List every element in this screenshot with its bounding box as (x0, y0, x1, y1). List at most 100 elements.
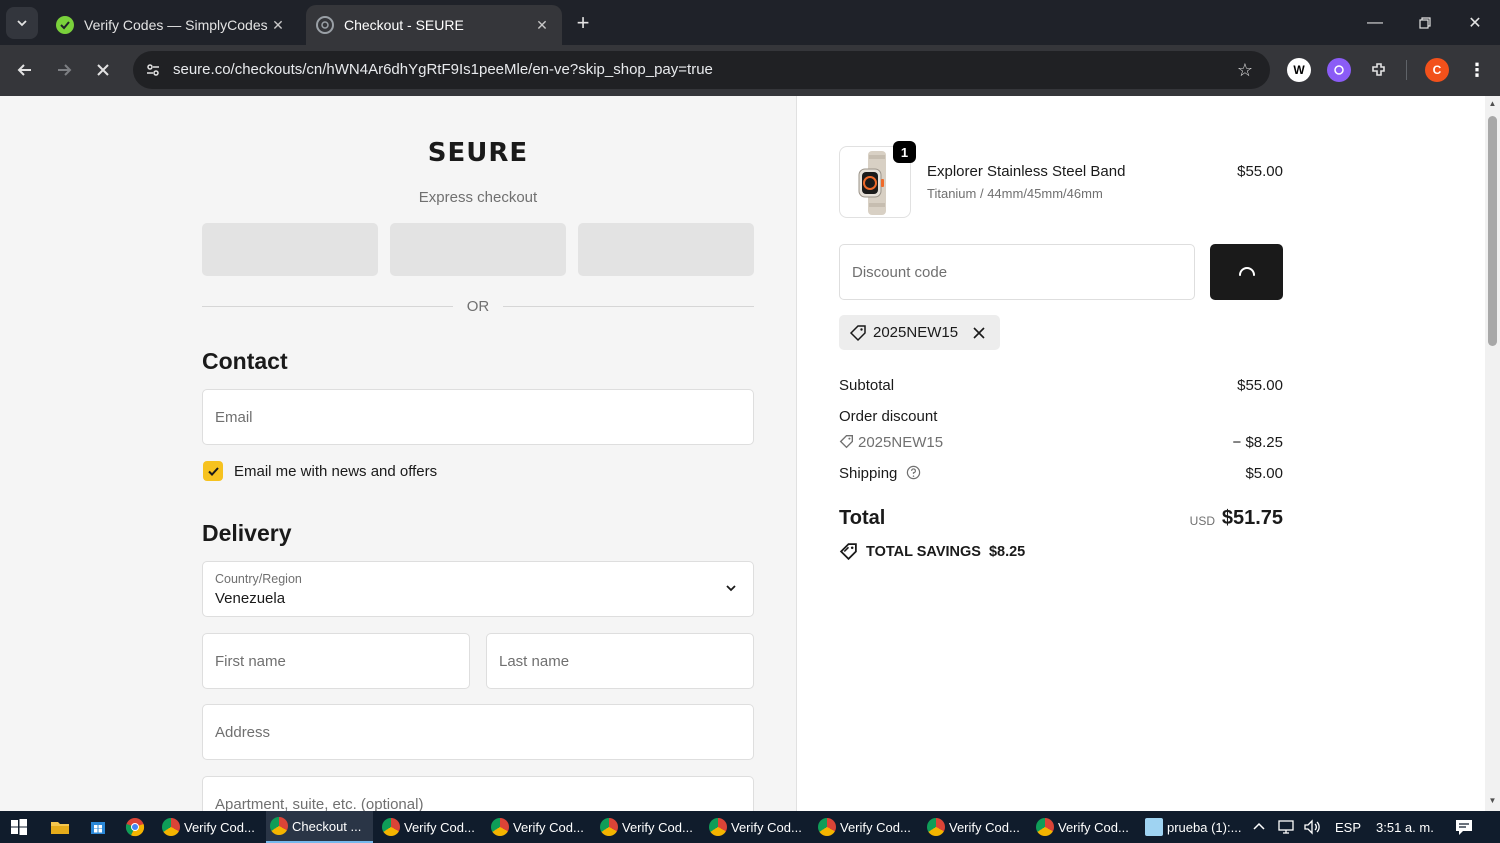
discount-code-input[interactable]: Discount code (839, 244, 1195, 300)
file-explorer-icon[interactable] (47, 815, 73, 839)
email-field[interactable]: Email (202, 389, 754, 445)
taskbar-task[interactable]: Verify Cod... (705, 811, 812, 843)
close-tab-icon[interactable]: ✕ (532, 15, 552, 35)
shipping-row: Shipping $5.00 (839, 465, 1283, 482)
page-scrollbar[interactable]: ▲ ▼ (1485, 96, 1500, 811)
tab-verify-codes[interactable]: Verify Codes — SimplyCodes ✕ (46, 5, 298, 45)
volume-icon[interactable] (1303, 811, 1323, 843)
applied-code-tag: 2025NEW15 (839, 315, 1001, 350)
close-window-icon[interactable]: ✕ (1450, 0, 1500, 45)
task-label: Verify Cod... (513, 819, 584, 835)
store-logo[interactable]: SEURE (202, 138, 754, 168)
apartment-field[interactable]: Apartment, suite, etc. (optional) (202, 776, 754, 811)
tab-search-button[interactable] (6, 7, 38, 39)
task-label: Verify Cod... (184, 819, 255, 835)
country-label: Country/Region (215, 572, 302, 586)
address-field[interactable]: Address (202, 704, 754, 760)
divider (202, 306, 453, 307)
extensions-puzzle-icon[interactable] (1367, 58, 1391, 82)
loading-spinner-icon (1238, 267, 1255, 276)
tab-title: Verify Codes — SimplyCodes (84, 17, 268, 33)
taskbar-task[interactable]: Verify Cod... (1032, 811, 1139, 843)
chrome-icon (600, 818, 618, 836)
country-value: Venezuela (215, 590, 286, 607)
tag-icon (849, 324, 866, 341)
site-settings-icon[interactable] (143, 60, 163, 80)
task-label: Checkout ... (292, 818, 362, 834)
chrome-icon[interactable] (122, 815, 148, 839)
apply-discount-button[interactable] (1210, 244, 1283, 300)
savings-value: $8.25 (988, 543, 1026, 560)
browser-menu-icon[interactable]: ⋮ (1465, 58, 1489, 82)
checkout-form-panel: SEURE Express checkout OR Contact Email … (0, 96, 797, 811)
new-tab-button[interactable]: + (570, 10, 596, 36)
notifications-icon[interactable] (1454, 811, 1474, 843)
news-offers-label[interactable]: Email me with news and offers (234, 463, 437, 480)
taskbar-task[interactable]: Verify Cod... (378, 811, 485, 843)
taskbar-task[interactable]: Verify Cod... (814, 811, 921, 843)
news-offers-checkbox[interactable] (203, 461, 223, 481)
savings-label: TOTAL SAVINGS (866, 543, 981, 560)
profile-avatar[interactable]: C (1425, 58, 1449, 82)
divider (503, 306, 754, 307)
tab-checkout[interactable]: Checkout - SEURE ✕ (306, 5, 562, 45)
stop-loading-icon[interactable] (88, 55, 118, 85)
chrome-icon (927, 818, 945, 836)
network-icon[interactable] (1277, 811, 1297, 843)
subtotal-value: $55.00 (1237, 377, 1283, 394)
close-tab-icon[interactable]: ✕ (268, 15, 288, 35)
chevron-up-icon (1253, 822, 1265, 830)
taskbar-task[interactable]: Verify Cod... (487, 811, 594, 843)
windows-start-icon[interactable] (6, 815, 32, 839)
taskbar-task[interactable]: prueba (1):... (1141, 811, 1248, 843)
or-separator: OR (466, 298, 490, 315)
store-icon[interactable] (85, 815, 111, 839)
loading-favicon-icon (316, 16, 334, 34)
savings-tag-icon (839, 543, 857, 561)
chrome-icon (491, 818, 509, 836)
express-pay-button-2[interactable] (390, 223, 566, 276)
chrome-icon (818, 818, 836, 836)
tab-title: Checkout - SEURE (344, 17, 464, 33)
task-label: prueba (1):... (1167, 819, 1242, 835)
chrome-icon (270, 817, 288, 835)
taskbar-task[interactable]: Verify Cod... (158, 811, 265, 843)
address-bar[interactable]: seure.co/checkouts/cn/hWN4Ar6dhYgRtF9Is1… (133, 51, 1270, 89)
taskbar-task[interactable]: Verify Cod... (923, 811, 1030, 843)
browser-toolbar: seure.co/checkouts/cn/hWN4Ar6dhYgRtF9Is1… (0, 45, 1500, 96)
remove-code-icon[interactable] (970, 324, 988, 342)
chevron-down-icon (17, 20, 27, 27)
scroll-down-icon[interactable]: ▼ (1488, 796, 1497, 805)
language-indicator[interactable]: ESP (1335, 811, 1361, 843)
order-discount-label: Order discount (839, 408, 938, 425)
notepad-icon (1145, 818, 1163, 836)
clock[interactable]: 3:51 a. m. (1376, 811, 1434, 843)
total-value: $51.75 (1221, 507, 1283, 529)
express-pay-button-1[interactable] (202, 223, 378, 276)
chrome-icon (162, 818, 180, 836)
country-select[interactable]: Country/Region Venezuela (202, 561, 754, 617)
express-pay-button-3[interactable] (578, 223, 754, 276)
bookmark-star-icon[interactable]: ☆ (1234, 59, 1256, 81)
scroll-up-icon[interactable]: ▲ (1488, 99, 1497, 108)
restore-icon[interactable] (1400, 0, 1450, 45)
total-savings: TOTAL SAVINGS $8.25 (839, 542, 1025, 561)
first-name-field[interactable]: First name (202, 633, 470, 689)
task-label: Verify Cod... (840, 819, 911, 835)
first-name-placeholder: First name (215, 653, 286, 670)
scrollbar-thumb[interactable] (1488, 116, 1497, 346)
taskbar-task-active[interactable]: Checkout ... (266, 811, 373, 843)
checkout-page: SEURE Express checkout OR Contact Email … (0, 96, 1500, 811)
last-name-field[interactable]: Last name (486, 633, 754, 689)
tag-icon (839, 435, 853, 449)
show-hidden-icons[interactable] (1252, 811, 1266, 843)
order-discount-row: Order discount (839, 408, 1283, 425)
extension-purple-icon[interactable] (1327, 58, 1351, 82)
order-summary-panel: 1 Explorer Stainless Steel Band Titanium… (797, 96, 1485, 811)
forward-icon[interactable] (49, 55, 79, 85)
help-circle-icon[interactable] (906, 465, 921, 480)
back-icon[interactable] (10, 55, 40, 85)
wordtune-extension-icon[interactable]: W (1287, 58, 1311, 82)
minimize-icon[interactable]: — (1350, 0, 1400, 45)
taskbar-task[interactable]: Verify Cod... (596, 811, 703, 843)
